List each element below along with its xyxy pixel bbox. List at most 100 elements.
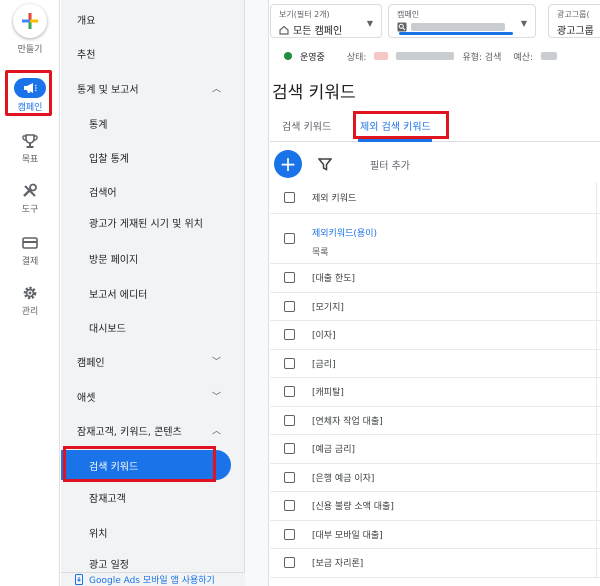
row-checkbox[interactable] <box>284 329 295 341</box>
tools-icon <box>23 183 37 197</box>
phone-download-icon <box>75 574 83 585</box>
rail-item-tools[interactable]: 도구 <box>0 180 60 215</box>
row-checkbox[interactable] <box>284 357 295 369</box>
tab-search-keywords[interactable]: 검색 키워드 <box>282 118 331 133</box>
adgroup-filter-dropdown[interactable]: 광고그룹( 광고그룹 <box>548 4 600 38</box>
row-checkbox[interactable] <box>284 500 295 512</box>
add-button[interactable]: + <box>274 150 302 178</box>
chevron-up-icon: ︿ <box>211 426 221 437</box>
nav-search-terms[interactable]: 검색어 <box>61 180 245 202</box>
nav-overview[interactable]: 개요 <box>61 8 245 30</box>
plus-icon <box>22 13 38 29</box>
redacted-budget <box>541 52 558 60</box>
nav-audiences-kw-content[interactable]: 잠재고객, 키워드, 콘텐츠 ︿ <box>61 419 245 441</box>
view-filter-label: 보기(필터 2개) <box>279 10 330 19</box>
tools-label: 도구 <box>21 205 39 215</box>
rail-item-goals[interactable]: 목표 <box>0 130 60 165</box>
nav-audiences[interactable]: 잠재고객 <box>61 486 245 508</box>
keyword-cell: [연체자 작업 대출] <box>312 416 383 427</box>
chevron-down-icon: ﹀ <box>211 392 221 403</box>
column-divider <box>596 321 597 349</box>
row-checkbox[interactable] <box>284 414 295 426</box>
dropdown-arrow-icon: ▼ <box>366 19 373 28</box>
campaign-filter-dropdown[interactable]: 캠페인 ▼ <box>388 4 536 38</box>
nav-assets[interactable]: 애셋 ﹀ <box>61 385 245 407</box>
nav-dashboards[interactable]: 대시보드 <box>61 316 245 338</box>
column-divider <box>596 520 597 548</box>
main-content: 보기(필터 2개) 모든 캠페인 ▼ 캠페인 ▼ 광고그룹( 광고그룹 운영중 … <box>270 0 600 586</box>
redacted-campaign-name <box>411 23 505 31</box>
keyword-cell: [이자] <box>312 331 336 342</box>
list-type-label: 목록 <box>312 248 329 258</box>
table-row-list: 제외키워드(용이) 목록 <box>270 214 600 264</box>
negative-keyword-table: 제외 키워드 제외키워드(용이) 목록 [대출 한도] [모기지] [이자] [금리]… <box>270 182 600 578</box>
create-label: 만들기 <box>17 45 43 55</box>
admin-label: 관리 <box>21 307 39 317</box>
create-item[interactable]: 만들기 <box>0 4 60 55</box>
trophy-icon <box>22 134 38 148</box>
redacted-status-value <box>396 52 455 60</box>
column-header-negative-keyword: 제외 키워드 <box>312 194 357 204</box>
row-checkbox[interactable] <box>284 528 295 540</box>
column-divider <box>596 463 597 491</box>
row-checkbox[interactable] <box>284 233 295 244</box>
row-checkbox[interactable] <box>284 272 295 284</box>
status-label: 상태: <box>346 52 367 63</box>
nav-campaigns[interactable]: 캠페인 ﹀ <box>61 350 245 372</box>
running-status: 운영중 <box>300 52 325 63</box>
nav-stats-reports[interactable]: 통계 및 보고서 ︿ <box>61 77 245 99</box>
view-filter-dropdown[interactable]: 보기(필터 2개) 모든 캠페인 ▼ <box>270 4 382 38</box>
campaign-status-bar: 운영중 상태: 유형: 검색 예산: <box>270 44 600 68</box>
search-campaign-icon <box>397 22 407 32</box>
rail-item-admin[interactable]: 관리 <box>0 282 60 317</box>
create-button[interactable] <box>13 4 47 38</box>
row-checkbox[interactable] <box>284 300 295 312</box>
type-label: 유형: 검색 <box>462 52 502 63</box>
keyword-cell: [보금 자리론] <box>312 559 364 570</box>
column-divider <box>596 264 597 292</box>
nav-landing-pages[interactable]: 방문 페이지 <box>61 247 245 269</box>
search-keywords-highlight-box <box>63 446 216 482</box>
table-row: [예금 금리] <box>270 435 600 464</box>
nav-locations[interactable]: 위치 <box>61 521 245 543</box>
chevron-down-icon: ﹀ <box>211 357 221 368</box>
active-tab-indicator <box>358 139 432 142</box>
column-divider <box>596 292 597 320</box>
table-row: [금리] <box>270 349 600 378</box>
home-icon <box>279 25 289 35</box>
adgroup-filter-value: 광고그룹 <box>557 26 594 37</box>
budget-label: 예산: <box>513 52 534 63</box>
page-title: 검색 키워드 <box>272 83 356 103</box>
secondary-nav: 개요 추천 통계 및 보고서 ︿ 통계 입찰 통계 검색어 광고가 게재된 시기 … <box>61 0 245 586</box>
chevron-up-icon: ︿ <box>211 84 221 95</box>
nav-recommendations[interactable]: 추천 <box>61 42 245 64</box>
nav-when-where[interactable]: 광고가 게재된 시기 및 위치 <box>61 208 245 240</box>
table-row: [은행 예금 이자] <box>270 463 600 492</box>
row-checkbox[interactable] <box>284 443 295 455</box>
nav-report-editor[interactable]: 보고서 에디터 <box>61 282 245 304</box>
column-divider <box>596 435 597 463</box>
table-row: [캐피탈] <box>270 378 600 407</box>
row-checkbox[interactable] <box>284 557 295 569</box>
redacted-status-icon <box>374 52 389 60</box>
row-checkbox[interactable] <box>284 471 295 483</box>
nav-auction-insights[interactable]: 입찰 통계 <box>61 146 245 168</box>
negative-list-link[interactable]: 제외키워드(용이) <box>312 229 377 239</box>
campaign-filter-underline <box>399 32 513 35</box>
negative-tab-highlight-box <box>353 111 449 139</box>
keyword-cell: [대부 모바일 대출] <box>312 530 383 541</box>
keyword-cell: [예금 금리] <box>312 445 356 456</box>
filter-icon[interactable] <box>318 157 332 171</box>
add-filter-button[interactable]: 필터 추가 <box>370 157 410 172</box>
keyword-cell: [캐피탈] <box>312 388 344 399</box>
nav-stats[interactable]: 통계 <box>61 112 245 134</box>
nav-scrollbar[interactable] <box>245 0 269 586</box>
row-checkbox[interactable] <box>284 386 295 398</box>
select-all-checkbox[interactable] <box>284 192 295 203</box>
left-rail: 만들기 캠페인 목표 도구 결제 관리 <box>0 0 60 586</box>
column-divider <box>596 214 597 263</box>
rail-item-billing[interactable]: 결제 <box>0 232 60 267</box>
mobile-app-link[interactable]: Google Ads 모바일 앱 사용하기 <box>61 572 245 586</box>
nav-ad-schedule[interactable]: 광고 일정 <box>61 556 245 571</box>
keyword-cell: [금리] <box>312 359 336 370</box>
